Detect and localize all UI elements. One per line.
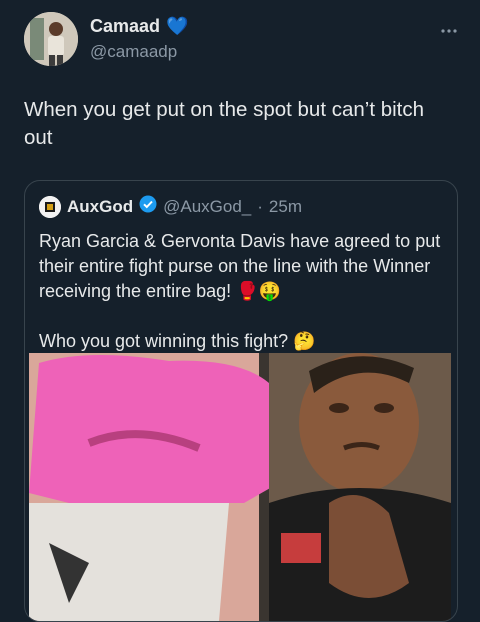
quoted-paragraph-2: Who you got winning this fight? 🤔 <box>39 329 444 354</box>
blue-heart-icon: 💙 <box>166 16 189 36</box>
quoted-tweet-video-still[interactable] <box>29 353 451 621</box>
quoted-paragraph-2-text: Who you got winning this fight? <box>39 331 289 351</box>
author-name-row: Camaad 💙 <box>90 16 188 37</box>
author-handle[interactable]: @camaadp <box>90 42 177 62</box>
timestamp-separator: · <box>257 196 263 216</box>
verified-badge-icon <box>139 195 157 218</box>
author-display-name[interactable]: Camaad <box>90 16 160 37</box>
more-horizontal-icon[interactable] <box>440 18 458 39</box>
quoted-paragraph-1: Ryan Garcia & Gervonta Davis have agreed… <box>39 229 444 304</box>
quoted-tweet[interactable]: AuxGod @AuxGod_ · 25m Ryan Garcia & Gerv… <box>24 180 458 622</box>
quoted-timestamp[interactable]: 25m <box>269 197 302 217</box>
thinking-face-emoji: 🤔 <box>293 331 316 351</box>
tweet-text: When you get put on the spot but can’t b… <box>24 98 425 149</box>
quoted-handle[interactable]: @AuxGod_ <box>163 197 251 217</box>
quoted-author-avatar[interactable] <box>39 195 61 218</box>
quoted-tweet-header: AuxGod @AuxGod_ · 25m <box>39 195 302 218</box>
boxing-glove-money-face-emoji: 🥊🤑 <box>236 281 281 301</box>
quoted-tweet-text: Ryan Garcia & Gervonta Davis have agreed… <box>39 229 444 354</box>
author-avatar[interactable] <box>24 12 78 66</box>
quoted-display-name[interactable]: AuxGod <box>67 197 133 217</box>
